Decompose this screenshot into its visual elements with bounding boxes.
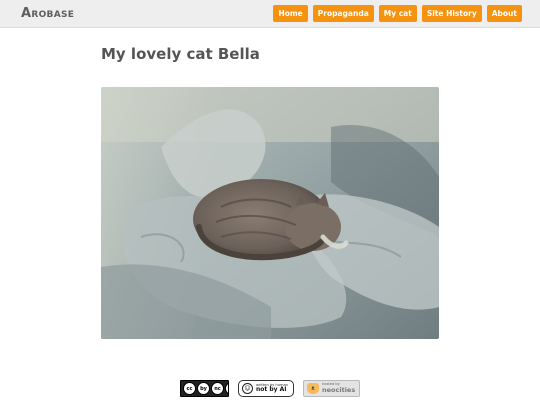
neocities-badge[interactable]: ᴥ hosted by neocities [303, 380, 360, 397]
cc-by-icon: by [197, 382, 210, 395]
page-title: My lovely cat Bella [101, 45, 260, 63]
nav-about-button[interactable]: About [486, 5, 522, 22]
nav-my-cat-button[interactable]: My cat [378, 5, 417, 22]
smiley-icon: ☺ [242, 383, 253, 394]
footer-badges: cc by nc sa ☺ written by human not by AI… [180, 380, 360, 397]
cat-photo [101, 87, 439, 339]
nav-site-history-button[interactable]: Site History [421, 5, 482, 22]
cat-photo-image [101, 87, 439, 339]
nav-propaganda-button[interactable]: Propaganda [312, 5, 374, 22]
main-nav: Home Propaganda My cat Site History Abou… [273, 5, 522, 22]
neocities-cat-icon: ᴥ [307, 383, 319, 394]
ai-badge-label: not by AI [256, 386, 287, 394]
neocities-label: neocities [322, 386, 356, 395]
not-by-ai-badge[interactable]: ☺ written by human not by AI [238, 380, 294, 397]
top-bar: Arobase Home Propaganda My cat Site Hist… [0, 0, 540, 28]
nav-home-button[interactable]: Home [273, 5, 308, 22]
site-brand[interactable]: Arobase [21, 6, 74, 21]
cc-sa-icon: sa [225, 382, 228, 395]
cc-icon: cc [183, 382, 196, 395]
creative-commons-badge[interactable]: cc by nc sa [180, 380, 229, 397]
cc-nc-icon: nc [211, 382, 224, 395]
